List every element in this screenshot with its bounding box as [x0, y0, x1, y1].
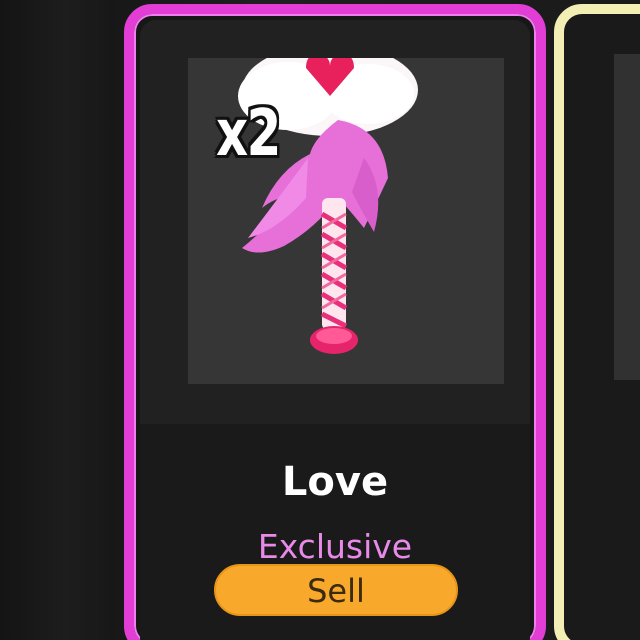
item-quantity: x2 [216, 97, 281, 171]
next-item-preview [614, 54, 640, 380]
item-card-love[interactable]: x2 Love Exclusive Sell [124, 4, 546, 640]
item-preview: x2 [188, 58, 504, 384]
sell-button[interactable]: Sell [214, 564, 458, 616]
rarity-label: Exclusive [257, 527, 413, 566]
next-item-card[interactable] [554, 4, 640, 640]
item-name: Love [281, 459, 389, 505]
inventory-screen: x2 Love Exclusive Sell [0, 0, 640, 640]
previous-card-edge [0, 0, 110, 640]
card-image-area: x2 [140, 20, 530, 424]
